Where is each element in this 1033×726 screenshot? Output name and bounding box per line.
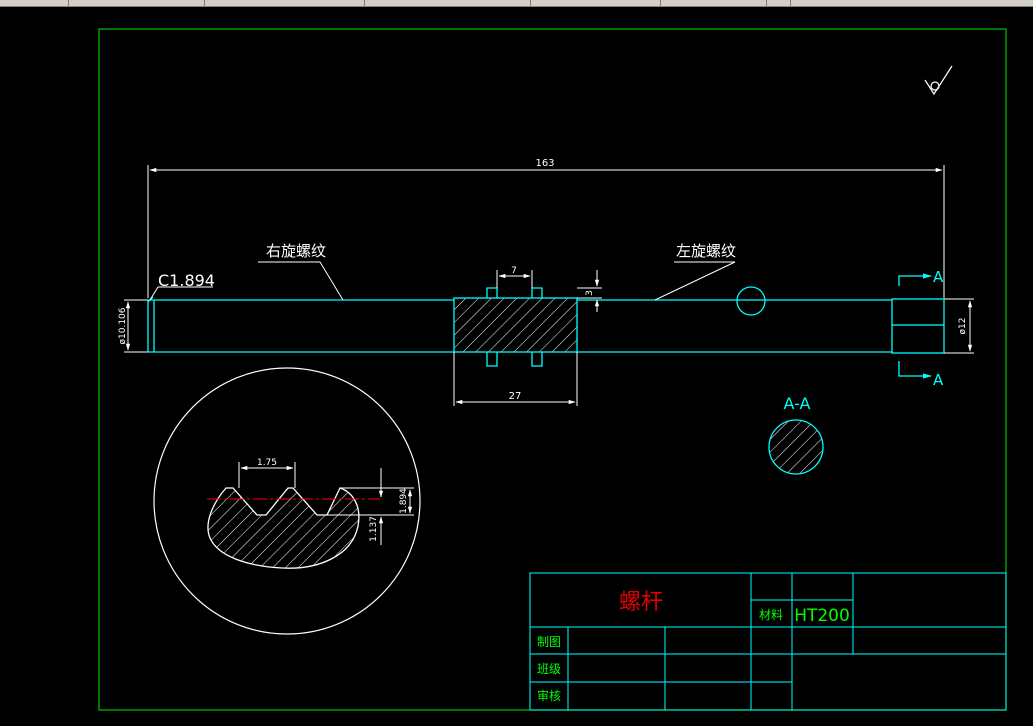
- material-value: HT200: [794, 606, 850, 626]
- hatched-length-text: 27: [509, 391, 522, 402]
- material-label: 材料: [759, 608, 783, 622]
- groove-depth-text: 3: [585, 290, 595, 296]
- title-row-class: 班级: [537, 662, 561, 676]
- left-diameter-dimension: ø10.106: [118, 299, 148, 353]
- chamfer-label: C1.894: [158, 271, 215, 290]
- drawing-frame: [98, 28, 1007, 711]
- groove-width-dimension: 7: [496, 266, 533, 288]
- thread-leaders: [149, 261, 736, 301]
- overall-length-dimension: 163: [147, 158, 945, 298]
- right-thread-label: 右旋螺纹: [266, 242, 326, 260]
- part-name: 螺杆: [619, 590, 663, 615]
- right-diameter-text: ø12: [958, 318, 968, 335]
- thread-pitch-text: 1.75: [257, 458, 277, 468]
- title-row-check: 审核: [537, 688, 561, 703]
- overall-length-text: 163: [535, 158, 554, 169]
- drawing-canvas[interactable]: 163 右旋螺纹 左旋螺纹 C1.894 ø10.106 ø12 7 3 27 …: [0, 0, 1033, 726]
- groove-width-text: 7: [511, 266, 517, 276]
- left-diameter-text: ø10.106: [118, 307, 128, 344]
- section-mark-top: A: [933, 268, 944, 286]
- surface-finish-icon: [924, 65, 953, 96]
- thread-root-text: 1.137: [369, 516, 379, 542]
- title-block: [529, 572, 1007, 711]
- thread-detail-view: 1.75 1.894 1.137: [153, 367, 421, 635]
- thread-depth-text: 1.894: [399, 488, 409, 514]
- groove-depth-dimension: 3: [577, 270, 602, 312]
- section-marks: [898, 273, 932, 379]
- section-title: A-A: [784, 394, 811, 413]
- section-view: [768, 419, 824, 475]
- title-row-drawn: 制图: [537, 635, 561, 649]
- right-diameter-dimension: ø12: [944, 298, 974, 354]
- section-mark-bottom: A: [933, 371, 944, 389]
- shaft-outline: [147, 286, 945, 367]
- hatched-length-dimension: 27: [453, 352, 578, 406]
- left-thread-label: 左旋螺纹: [676, 242, 736, 260]
